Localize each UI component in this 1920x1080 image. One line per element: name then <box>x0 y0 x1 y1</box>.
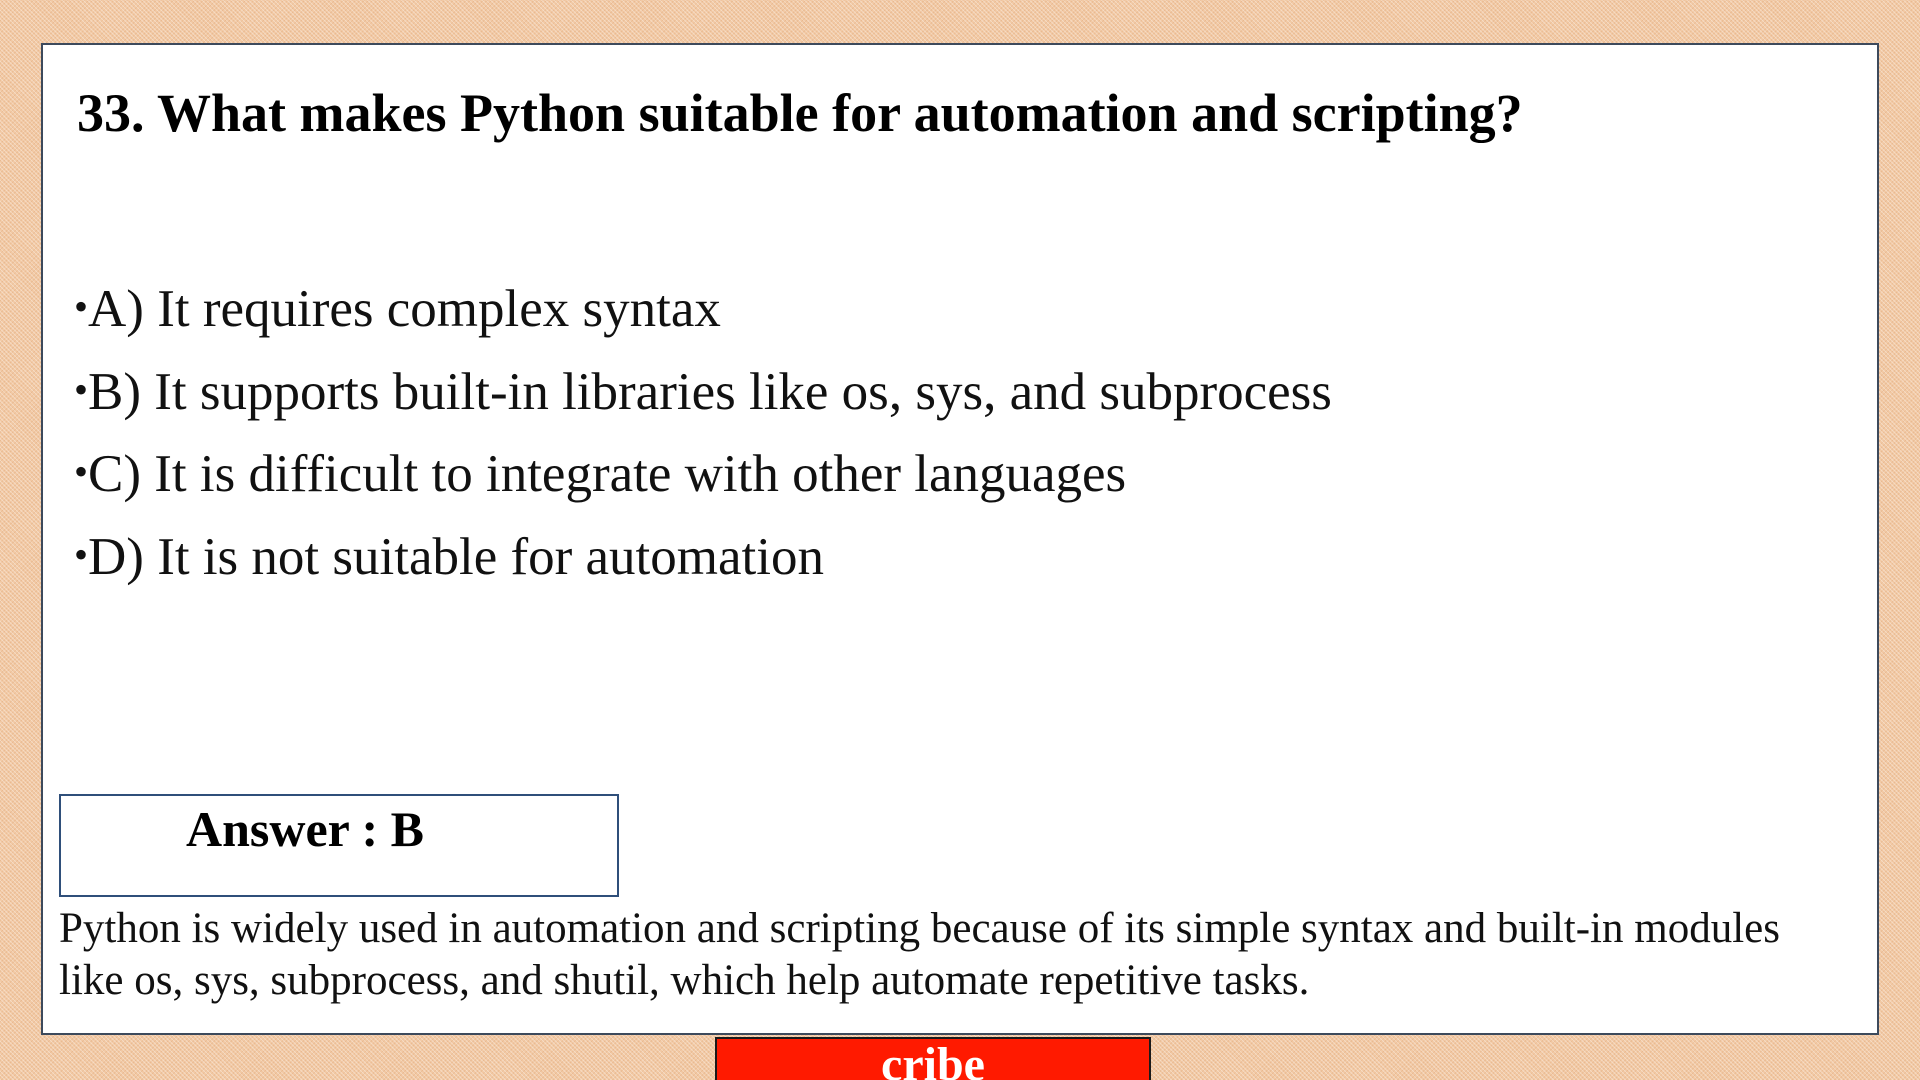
option-d-text: D) It is not suitable for automation <box>88 527 824 586</box>
answer-box: Answer : B <box>59 794 619 897</box>
option-c: •C) It is difficult to integrate with ot… <box>74 432 1332 515</box>
option-b: •B) It supports built-in libraries like … <box>74 350 1332 433</box>
quiz-slide: 33. What makes Python suitable for autom… <box>41 43 1879 1035</box>
subscribe-label: cribe <box>881 1038 985 1080</box>
explanation-text: Python is widely used in automation and … <box>59 905 1780 1004</box>
question-title: 33. What makes Python suitable for autom… <box>77 83 1523 143</box>
subscribe-button[interactable]: cribe <box>715 1037 1151 1080</box>
options-list: •A) It requires complex syntax •B) It su… <box>74 267 1332 597</box>
option-b-text: B) It supports built-in libraries like o… <box>88 362 1332 421</box>
bullet-icon: • <box>74 366 89 412</box>
bullet-icon: • <box>74 284 89 329</box>
bullet-icon: • <box>74 531 89 577</box>
option-a: •A) It requires complex syntax <box>74 267 1332 350</box>
option-a-text: A) It requires complex syntax <box>88 280 721 338</box>
option-d: •D) It is not suitable for automation <box>74 515 1332 598</box>
option-c-text: C) It is difficult to integrate with oth… <box>88 445 1127 503</box>
answer-label: Answer : B <box>186 801 424 857</box>
bullet-icon: • <box>74 449 89 494</box>
